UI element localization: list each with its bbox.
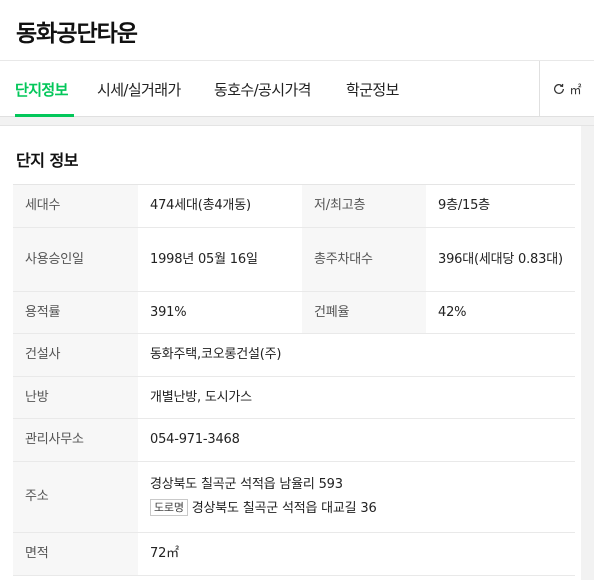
table-row: 건설사 동화주택,코오롱건설(주) xyxy=(13,333,575,377)
parking-value: 396대(세대당 0.83대) xyxy=(426,227,575,292)
area-value: 72㎡ xyxy=(138,532,575,576)
address-label: 주소 xyxy=(13,461,138,533)
road-address-line: 도로명 경상북도 칠곡군 석적읍 대교길 36 xyxy=(150,499,563,519)
address-value: 경상북도 칠곡군 석적읍 남율리 593 도로명 경상북도 칠곡군 석적읍 대교길… xyxy=(138,461,575,533)
heating-label: 난방 xyxy=(13,376,138,419)
table-row: 용적률 391% 건폐율 42% xyxy=(13,291,575,334)
tab-school[interactable]: 학군정보 xyxy=(346,79,399,100)
road-address: 경상북도 칠곡군 석적읍 대교길 36 xyxy=(191,501,377,516)
households-label: 세대수 xyxy=(13,184,138,228)
tab-bar: 단지정보 시세/실거래가 동호수/공시가격 학군정보 ㎡ xyxy=(0,60,594,117)
builder-value: 동화주택,코오롱건설(주) xyxy=(138,333,575,377)
road-name-tag: 도로명 xyxy=(150,499,188,516)
tab-units[interactable]: 동호수/공시가격 xyxy=(214,79,311,100)
far-label: 용적률 xyxy=(13,291,138,334)
parking-label: 총주차대수 xyxy=(302,227,426,292)
unit-toggle-button[interactable]: ㎡ xyxy=(539,61,594,117)
unit-label: ㎡ xyxy=(569,82,582,97)
table-row: 관리사무소 054-971-3468 xyxy=(13,418,575,462)
table-row: 주소 경상북도 칠곡군 석적읍 남율리 593 도로명 경상북도 칠곡군 석적읍 … xyxy=(13,461,575,533)
area-label: 면적 xyxy=(13,532,138,576)
bcr-value: 42% xyxy=(426,291,575,334)
office-phone[interactable]: 054-971-3468 xyxy=(138,418,575,462)
households-value: 474세대(총4개동) xyxy=(138,184,302,228)
scroll-gutter xyxy=(581,126,594,580)
approval-value: 1998년 05월 16일 xyxy=(138,227,302,292)
floors-label: 저/최고층 xyxy=(302,184,426,228)
tab-price[interactable]: 시세/실거래가 xyxy=(97,79,181,100)
section-divider xyxy=(0,117,594,126)
table-row: 사용승인일 1998년 05월 16일 총주차대수 396대(세대당 0.83대… xyxy=(13,227,575,292)
floors-value: 9층/15층 xyxy=(426,184,575,228)
bcr-label: 건폐율 xyxy=(302,291,426,334)
complex-info-table: 세대수 474세대(총4개동) 저/최고층 9층/15층 사용승인일 1998년… xyxy=(13,184,575,576)
heating-value: 개별난방, 도시가스 xyxy=(138,376,575,419)
lot-address: 경상북도 칠곡군 석적읍 남율리 593 xyxy=(150,477,343,492)
page-title: 동화공단타운 xyxy=(16,21,138,47)
table-row: 난방 개별난방, 도시가스 xyxy=(13,376,575,419)
builder-label: 건설사 xyxy=(13,333,138,377)
table-row: 면적 72㎡ xyxy=(13,532,575,576)
far-value: 391% xyxy=(138,291,302,334)
refresh-icon xyxy=(554,83,565,94)
title-bar: 동화공단타운 xyxy=(0,0,594,60)
tab-complex-info[interactable]: 단지정보 xyxy=(15,79,68,100)
section-title: 단지 정보 xyxy=(16,151,78,170)
approval-label: 사용승인일 xyxy=(13,227,138,292)
table-row: 세대수 474세대(총4개동) 저/최고층 9층/15층 xyxy=(13,184,575,228)
office-label: 관리사무소 xyxy=(13,418,138,462)
